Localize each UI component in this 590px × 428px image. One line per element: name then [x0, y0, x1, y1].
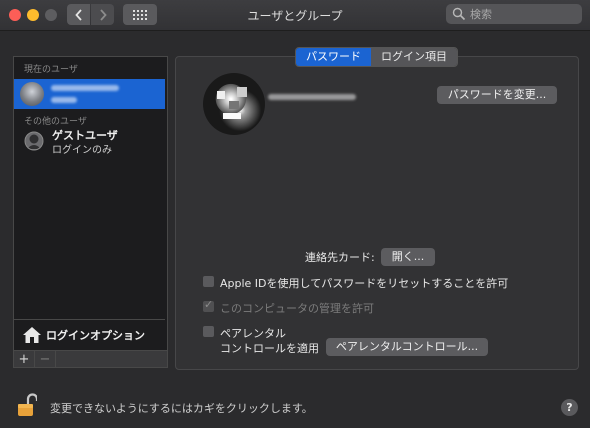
guest-user-icon [24, 131, 44, 151]
current-user-section-label: 現在のユーザ [24, 65, 78, 75]
allow-reset-label: Apple IDを使用してパスワードをリセットすることを許可 [220, 277, 509, 290]
parental-controls-checkbox[interactable] [203, 326, 214, 337]
parental-controls-button[interactable]: ペアレンタルコントロール... [326, 338, 488, 356]
user-fullname-redacted [268, 94, 356, 100]
avatar-pixel [223, 113, 241, 119]
add-remove-bar: + − [13, 350, 168, 368]
tab-bar: パスワード ログイン項目 [295, 47, 458, 67]
guest-user-item[interactable]: ゲストユーザ ログインのみ [14, 127, 165, 157]
allow-admin-checkbox [203, 298, 214, 312]
current-user-avatar [20, 82, 44, 106]
avatar-pixel [237, 87, 247, 97]
parental-controls-label-line1: ペアレンタル [220, 327, 286, 340]
unlocked-padlock-icon[interactable] [17, 393, 37, 417]
avatar-pixel [229, 101, 239, 109]
login-options-item[interactable]: ログインオプション [14, 319, 165, 350]
help-button[interactable]: ? [561, 399, 578, 416]
lock-instruction: 変更できないようにするにはカギをクリックします。 [50, 402, 313, 415]
search-icon [452, 7, 466, 21]
open-contact-card-button[interactable]: 開く... [381, 248, 435, 266]
title-bar: ユーザとグループ 検索 [0, 0, 590, 31]
remove-user-button[interactable]: − [35, 351, 56, 367]
user-picture[interactable] [203, 73, 265, 135]
current-user-name-redacted [51, 85, 119, 91]
current-user-item[interactable] [14, 79, 165, 109]
allow-admin-label: このコンピュータの管理を許可 [220, 302, 374, 315]
add-user-button[interactable]: + [14, 351, 35, 367]
tab-password[interactable]: パスワード [296, 48, 371, 66]
allow-reset-checkbox[interactable] [203, 276, 214, 287]
tab-login-items[interactable]: ログイン項目 [371, 48, 457, 66]
login-options-label: ログインオプション [46, 329, 145, 342]
avatar-pixel [217, 91, 225, 99]
home-icon [23, 327, 41, 343]
parental-controls-label-line2: コントロールを適用 [220, 342, 319, 355]
current-user-role-redacted [51, 97, 77, 103]
guest-user-subtitle: ログインのみ [52, 145, 112, 156]
search-field[interactable]: 検索 [446, 4, 582, 24]
users-sidebar: 現在のユーザ その他のユーザ ゲストユーザ ログインのみ ログインオプション [13, 56, 168, 351]
search-placeholder: 検索 [470, 8, 492, 21]
other-users-section-label: その他のユーザ [24, 117, 87, 127]
change-password-button[interactable]: パスワードを変更... [437, 86, 557, 104]
contact-card-label: 連絡先カード: [305, 251, 375, 264]
